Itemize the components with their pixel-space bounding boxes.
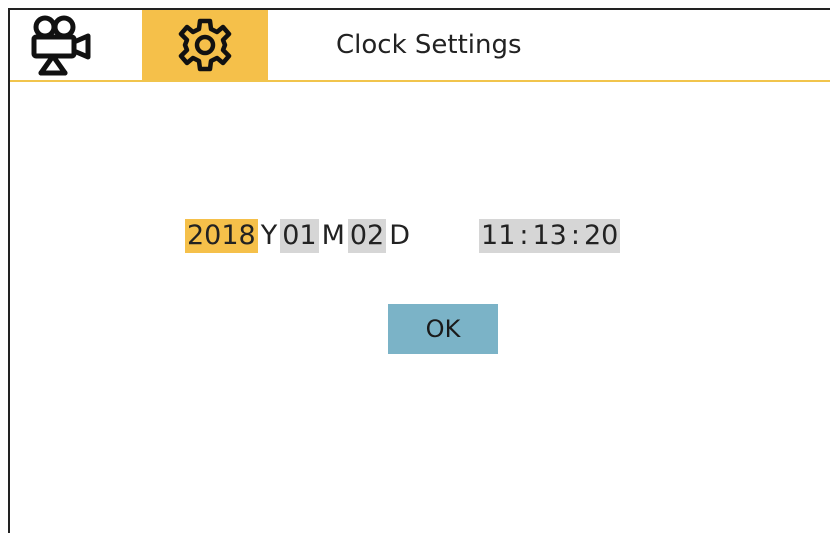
- page-title: Clock Settings: [336, 30, 522, 60]
- day-unit-label: D: [389, 220, 411, 251]
- tab-camera[interactable]: [10, 10, 110, 80]
- datetime-row: 2018 Y 01 M 02 D 11 : 13 : 20: [185, 219, 621, 253]
- second-field[interactable]: 20: [581, 219, 621, 253]
- minute-field[interactable]: 13: [530, 219, 569, 253]
- header-bar: Clock Settings: [10, 10, 830, 82]
- ok-button[interactable]: OK: [388, 304, 498, 354]
- time-separator: :: [517, 219, 531, 253]
- movie-camera-icon: [31, 15, 91, 76]
- year-unit-label: Y: [260, 220, 278, 251]
- tab-settings[interactable]: [142, 10, 268, 80]
- time-separator: :: [568, 219, 582, 253]
- month-unit-label: M: [321, 220, 345, 251]
- gear-icon: [178, 18, 232, 72]
- year-field[interactable]: 2018: [185, 219, 258, 253]
- day-field[interactable]: 02: [347, 219, 387, 253]
- screen-frame: [8, 8, 830, 533]
- hour-field[interactable]: 11: [479, 219, 518, 253]
- month-field[interactable]: 01: [280, 219, 319, 253]
